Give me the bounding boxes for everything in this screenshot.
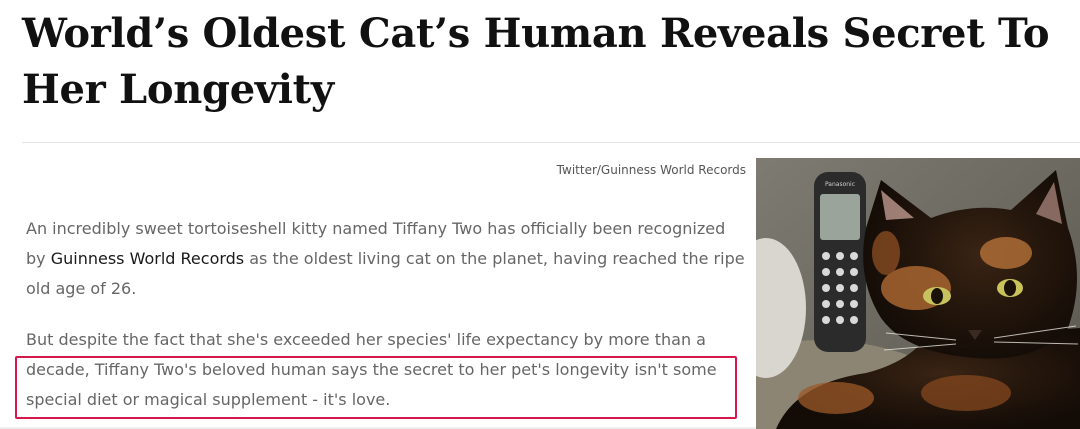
article-paragraph-1: An incredibly sweet tortoiseshell kitty … [26, 214, 748, 304]
guinness-world-records-link[interactable]: Guinness World Records [51, 249, 244, 268]
article-page: World’s Oldest Cat’s Human Reveals Secre… [0, 0, 1080, 429]
cordless-phone: Panasonic [814, 172, 866, 352]
article-headline: World’s Oldest Cat’s Human Reveals Secre… [22, 10, 1050, 113]
cat-photo-illustration: Panasonic [756, 158, 1080, 429]
highlight-annotation-box [15, 356, 737, 419]
phone-brand-label: Panasonic [825, 181, 855, 188]
image-credit: Twitter/Guinness World Records [556, 163, 746, 177]
article-photo: Panasonic [756, 158, 1080, 429]
header-divider [22, 142, 1080, 143]
